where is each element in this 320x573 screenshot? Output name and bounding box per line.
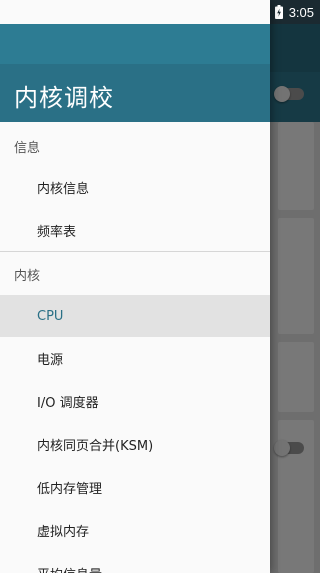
menu-item-virtual-memory[interactable]: 虚拟内存 [0,509,270,551]
menu-item-low-memory-killer[interactable]: 低内存管理 [0,466,270,508]
section-label-kernel: 内核 [14,269,41,284]
drawer-header: 内核调校 [0,24,270,122]
menu-item-entropy[interactable]: 平均信息量 [0,552,270,573]
menu-item-io-scheduler[interactable]: I/O 调度器 [0,380,270,422]
menu-item-ksm[interactable]: 内核同页合并(KSM) [0,423,270,465]
battery-charging-icon [274,5,283,19]
menu-item-kernel-info[interactable]: 内核信息 [0,166,270,208]
navigation-drawer: 内核调校 信息 内核信息 频率表 内核 CPU 电源 I/O 调度器 内核同页合… [0,0,270,573]
menu-item-frequency-table[interactable]: 频率表 [0,209,270,251]
status-time: 3:05 [288,4,314,20]
drawer-title: 内核调校 [14,84,114,112]
section-divider [0,251,270,252]
menu-item-cpu[interactable]: CPU [0,295,270,337]
section-label-info: 信息 [14,141,41,156]
menu-item-power[interactable]: 电源 [0,337,270,379]
